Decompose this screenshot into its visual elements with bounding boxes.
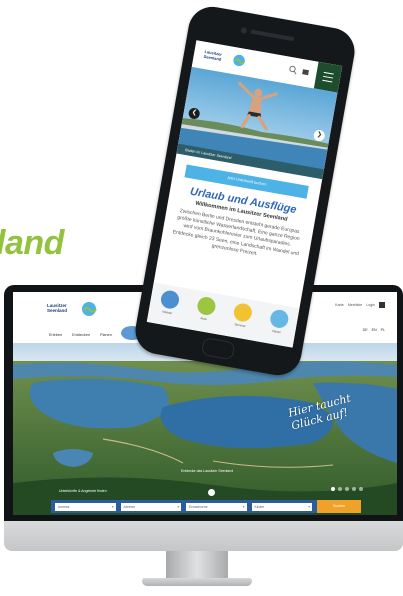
nav-item[interactable]: Erleben bbox=[47, 332, 64, 338]
camera-icon bbox=[240, 26, 248, 34]
desktop-logo-text: Lausitzer Seenland bbox=[47, 303, 68, 313]
category-active[interactable]: Aktiv bbox=[190, 295, 222, 323]
slider-dot[interactable] bbox=[359, 487, 363, 491]
monitor-stand-base bbox=[142, 578, 252, 586]
bike-icon bbox=[195, 295, 217, 317]
topbar-link[interactable]: Karte bbox=[335, 303, 344, 307]
category-label: Sommer bbox=[234, 322, 247, 329]
tagline-text: land bbox=[0, 224, 64, 262]
category-winter[interactable]: Winter bbox=[262, 308, 294, 336]
desktop-topbar: Karte Merkliste Login bbox=[335, 302, 385, 308]
topbar-link[interactable]: Merkliste bbox=[348, 303, 362, 307]
topbar-link[interactable]: Login bbox=[366, 303, 375, 307]
menu-line-icon bbox=[323, 71, 334, 75]
desktop-language-switch: DE EN PL bbox=[363, 328, 385, 332]
mobile-category-icons: Wasser Aktiv Sommer Winter bbox=[146, 282, 300, 348]
slider-dot[interactable] bbox=[331, 487, 335, 491]
home-button[interactable] bbox=[200, 337, 236, 361]
marketing-mockup: land Lausitzer Seenland Erleben Entdecke… bbox=[0, 0, 403, 596]
nav-item[interactable]: Planen bbox=[98, 332, 114, 338]
desktop-logo[interactable]: Lausitzer Seenland bbox=[47, 301, 97, 323]
category-water[interactable]: Wasser bbox=[153, 288, 185, 316]
menu-line-icon bbox=[322, 79, 333, 83]
speaker-grille bbox=[250, 29, 295, 42]
flag-icon[interactable] bbox=[379, 302, 385, 308]
nav-item[interactable]: Entdecken bbox=[70, 332, 92, 338]
arrival-field[interactable]: Anreise bbox=[55, 502, 116, 511]
slider-dot[interactable] bbox=[345, 487, 349, 491]
search-button[interactable]: Suchen bbox=[317, 500, 361, 513]
snowflake-icon bbox=[268, 308, 290, 330]
children-field[interactable]: Kinder bbox=[251, 502, 312, 511]
monitor-stand-neck bbox=[166, 551, 228, 581]
hero-caption: Entdecke das Lausitzer Seenland bbox=[181, 469, 234, 473]
slider-dot[interactable] bbox=[352, 487, 356, 491]
departure-field[interactable]: Abreise bbox=[120, 502, 181, 511]
logo-wave-icon bbox=[233, 54, 246, 67]
slider-dots bbox=[331, 487, 363, 491]
desktop-hero-image: Hier taucht Glück auf! Unterkünfte & Ang… bbox=[13, 343, 397, 515]
category-summer[interactable]: Sommer bbox=[226, 301, 258, 329]
hamburger-menu-button[interactable] bbox=[313, 61, 343, 93]
logo-wave-icon bbox=[82, 302, 97, 316]
sun-icon bbox=[231, 301, 253, 323]
language-option[interactable]: EN bbox=[372, 328, 377, 332]
hero-search-hint: Unterkünfte & Angebote finden bbox=[59, 489, 107, 493]
search-icon[interactable] bbox=[288, 65, 298, 75]
language-option[interactable]: DE bbox=[363, 328, 368, 332]
language-option[interactable]: PL bbox=[381, 328, 385, 332]
slider-dot[interactable] bbox=[338, 487, 342, 491]
boat-icon bbox=[159, 289, 180, 310]
flag-icon[interactable] bbox=[302, 69, 309, 76]
desktop-search-bar: Anreise Abreise Erwachsene Kinder Suchen bbox=[51, 500, 361, 513]
category-label: Wasser bbox=[161, 309, 173, 316]
category-label: Aktiv bbox=[200, 316, 208, 322]
mobile-logo[interactable]: Lausitzer Seenland bbox=[202, 48, 246, 71]
scroll-indicator[interactable] bbox=[208, 489, 215, 496]
monitor-chin bbox=[4, 521, 403, 551]
desktop-main-nav: Erleben Entdecken Planen bbox=[47, 332, 114, 338]
menu-line-icon bbox=[322, 75, 334, 79]
adults-field[interactable]: Erwachsene bbox=[186, 502, 247, 511]
mobile-logo-text: Lausitzer Seenland bbox=[203, 48, 223, 62]
category-label: Winter bbox=[271, 328, 282, 335]
